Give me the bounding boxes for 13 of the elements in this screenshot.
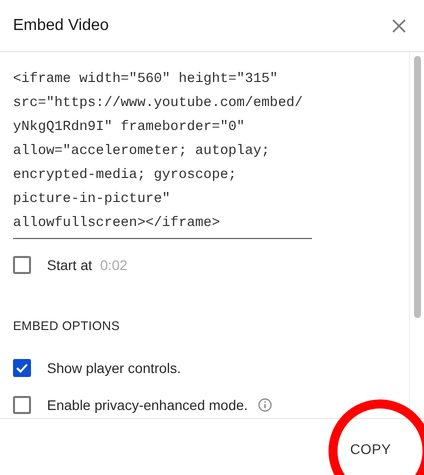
scrollbar-thumb[interactable] [414,56,420,318]
embed-code-field[interactable]: <iframe width="560" height="315" src="https://www.youtube.com/embed/ yNkgQ1Rdn9I" frameborder="0" allow="accelerometer; autoplay; encrypted-media; gyroscope; picture-in-picture" allowfullscreen></iframe> [13,68,312,239]
option-label: Show player controls. [47,360,181,376]
checkbox[interactable] [13,256,31,274]
option-label: Enable privacy-enhanced mode. [47,397,248,413]
section-heading: EMBED OPTIONS [13,319,121,333]
info-icon[interactable] [258,398,272,412]
checkbox[interactable] [13,359,31,377]
close-icon[interactable] [392,18,406,32]
checkbox[interactable] [13,396,31,414]
copy-button[interactable]: COPY [342,437,399,461]
dialog-title: Embed Video [13,16,109,34]
start-at-label: Start at [47,257,92,273]
